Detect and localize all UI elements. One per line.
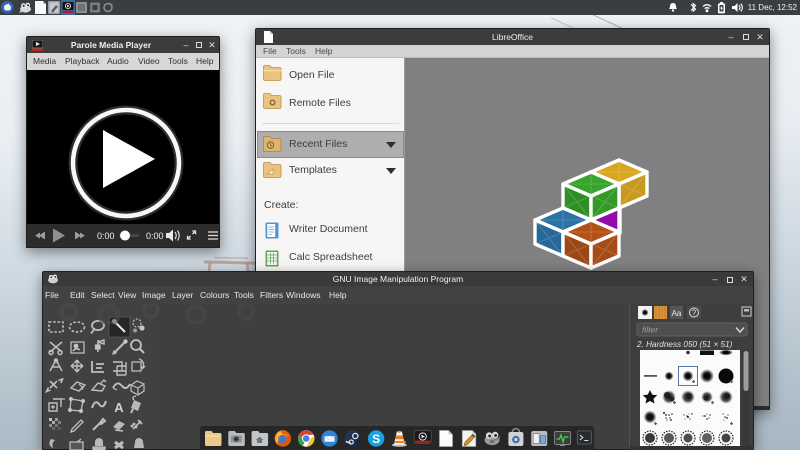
- svg-text:filter: filter: [642, 325, 659, 335]
- svg-text:2. Hardness 050 (51 × 51): 2. Hardness 050 (51 × 51): [636, 340, 733, 349]
- svg-text:S: S: [372, 432, 380, 446]
- svg-text:Aa: Aa: [672, 309, 682, 318]
- svg-text:?: ?: [692, 309, 697, 318]
- svg-text:A: A: [114, 400, 124, 415]
- svg-text:0:00: 0:00: [97, 231, 115, 241]
- svg-text:0:00: 0:00: [146, 231, 164, 241]
